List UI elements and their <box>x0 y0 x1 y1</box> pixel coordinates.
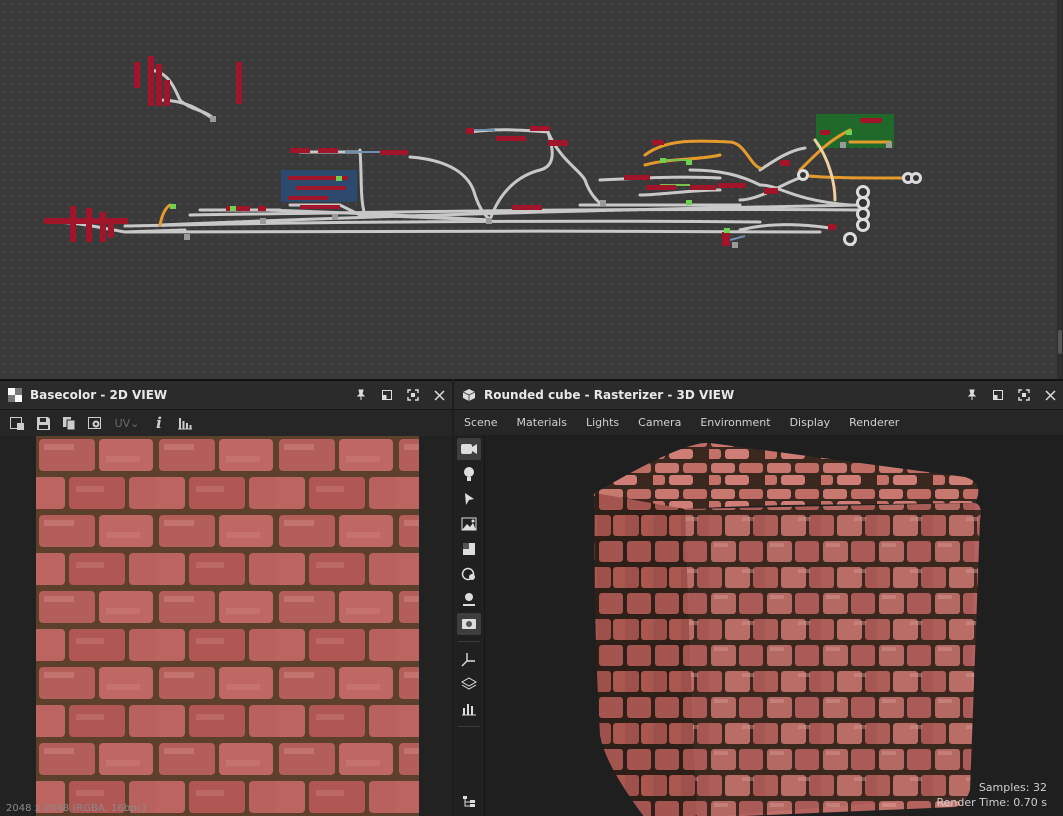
info-icon[interactable]: i <box>148 412 170 434</box>
axis-icon[interactable] <box>457 648 481 670</box>
viewport-2d-margin-right <box>419 436 452 816</box>
menu-renderer[interactable]: Renderer <box>849 416 899 429</box>
cube-icon <box>462 389 476 401</box>
uv-dropdown[interactable]: UV ⌄ <box>110 412 144 434</box>
menu-scene[interactable]: Scene <box>464 416 498 429</box>
restore-icon[interactable] <box>985 382 1011 408</box>
layers-icon[interactable] <box>457 673 481 695</box>
save-icon[interactable] <box>32 412 54 434</box>
restore-icon[interactable] <box>374 382 400 408</box>
menu-materials[interactable]: Materials <box>517 416 567 429</box>
close-icon[interactable] <box>1037 382 1063 408</box>
renderer-icon[interactable] <box>457 613 481 635</box>
export-icon[interactable] <box>6 412 28 434</box>
light-icon[interactable] <box>457 463 481 485</box>
pin-icon[interactable] <box>348 382 374 408</box>
menu-environment[interactable]: Environment <box>700 416 770 429</box>
sidebar-3d-tools <box>454 435 485 816</box>
rounded-cube-render <box>593 442 981 816</box>
samples-readout: Samples: 32 <box>978 781 1047 794</box>
camera-icon[interactable] <box>457 438 481 460</box>
panel-2d-view: Basecolor - 2D VIEW UV ⌄ i 2048 x 2048 (… <box>0 379 452 816</box>
environment-icon[interactable] <box>457 513 481 535</box>
uv-label: UV <box>114 416 131 430</box>
node-graph[interactable] <box>0 0 1063 379</box>
panel-3d-title: Rounded cube - Rasterizer - 3D VIEW <box>484 388 735 402</box>
texture-status: 2048 x 2048 (RGBA, 16bpc) <box>6 803 146 814</box>
panel-3d-view: Rounded cube - Rasterizer - 3D VIEW Scen… <box>454 379 1063 816</box>
graph-scrollbar[interactable] <box>1057 0 1063 379</box>
panel-2d-title: Basecolor - 2D VIEW <box>30 388 168 402</box>
menu-camera[interactable]: Camera <box>638 416 681 429</box>
brick-texture-image <box>36 436 419 816</box>
pin-icon[interactable] <box>959 382 985 408</box>
basecolor-texture-preview[interactable] <box>36 436 419 816</box>
material-icon[interactable] <box>457 538 481 560</box>
render-info: Samples: 32 Render Time: 0.70 s <box>937 780 1048 810</box>
stats-icon[interactable] <box>457 698 481 720</box>
close-icon[interactable] <box>426 382 452 408</box>
panel-2d-titlebar: Basecolor - 2D VIEW <box>0 381 452 410</box>
sidebar-separator <box>458 641 480 642</box>
render-time-readout: Render Time: 0.70 s <box>936 796 1048 809</box>
shading-icon[interactable] <box>457 563 481 585</box>
viewport-2d-margin <box>0 436 36 816</box>
maximize-icon[interactable] <box>1011 382 1037 408</box>
menu-display[interactable]: Display <box>790 416 831 429</box>
menubar-3d: Scene Materials Lights Camera Environmen… <box>454 410 1063 434</box>
toolbar-2d: UV ⌄ i <box>0 410 452 436</box>
menu-lights[interactable]: Lights <box>586 416 619 429</box>
sidebar-separator <box>458 726 480 727</box>
histogram-icon[interactable] <box>174 412 196 434</box>
viewport-3d[interactable]: Samples: 32 Render Time: 0.70 s <box>485 435 1063 816</box>
graph-scroll-thumb[interactable] <box>1058 330 1062 354</box>
copy-icon[interactable] <box>58 412 80 434</box>
node-graph-canvas[interactable] <box>0 0 1063 379</box>
hierarchy-icon[interactable] <box>457 791 481 813</box>
cursor-icon[interactable] <box>457 488 481 510</box>
lights-icon[interactable] <box>457 588 481 610</box>
maximize-icon[interactable] <box>400 382 426 408</box>
view-settings-icon[interactable] <box>84 412 106 434</box>
checker-icon <box>8 388 22 402</box>
output-nodes[interactable] <box>797 169 922 246</box>
panel-3d-titlebar: Rounded cube - Rasterizer - 3D VIEW <box>454 381 1063 410</box>
